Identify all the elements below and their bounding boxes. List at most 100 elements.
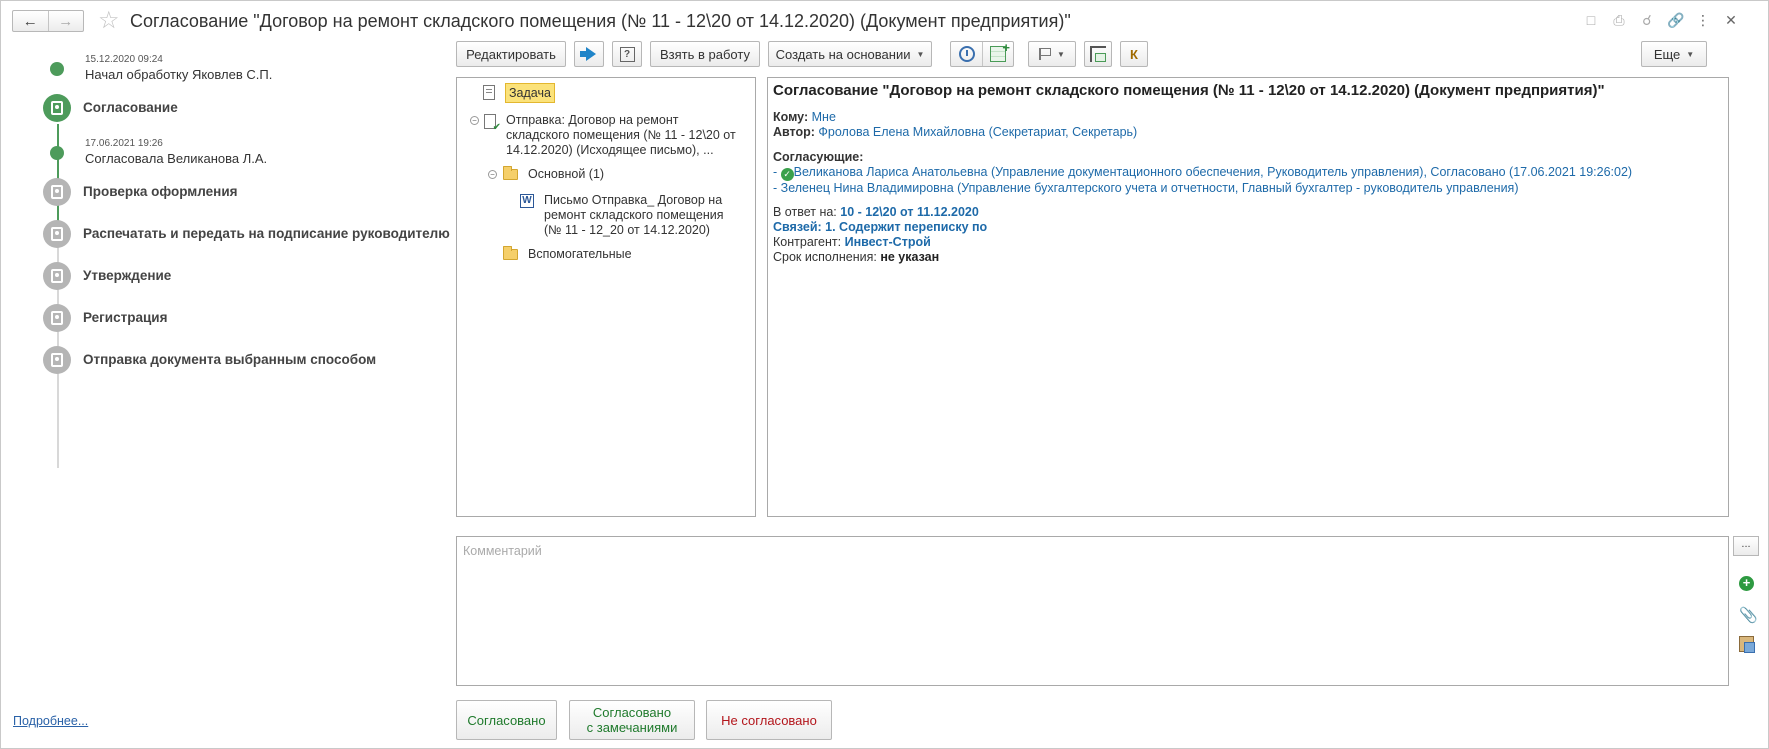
folder-icon (503, 246, 518, 260)
toolbar: Редактировать ? Взять в работу Создать н… (456, 40, 1739, 68)
approver-row: - Зеленец Нина Владимировна (Управление … (773, 181, 1723, 196)
collapse-icon[interactable]: − (470, 116, 479, 125)
more-vertical-icon[interactable]: ⋮ (1695, 12, 1711, 28)
close-icon[interactable]: ✕ (1723, 12, 1739, 28)
to-label: Кому: (773, 110, 809, 124)
approvers-line: Согласующие: (773, 150, 1723, 165)
chevron-down-icon: ▼ (1686, 49, 1695, 59)
word-document-icon: W (520, 194, 534, 208)
event-text: Согласовала Великанова Л.А. (85, 151, 268, 166)
arrow-left-icon[interactable]: ← (13, 11, 49, 31)
step-user-icon (43, 304, 71, 332)
step-label: Проверка оформления (83, 184, 238, 199)
comment-side-buttons: ... + 📎 (1733, 536, 1759, 653)
more-details-link[interactable]: Подробнее... (13, 714, 88, 728)
tree-item-task[interactable]: Задача (483, 83, 555, 103)
reject-label: Не согласовано (721, 712, 817, 728)
time-group (950, 40, 1014, 67)
flag-button[interactable]: ▼ (1028, 41, 1076, 67)
dash: - (773, 181, 778, 195)
paste-icon[interactable] (1739, 636, 1755, 653)
step-label: Утверждение (83, 268, 172, 283)
edit-button[interactable]: Редактировать (456, 41, 566, 67)
tree-item-label: Основной (1) (528, 167, 605, 181)
author-line: Автор: Фролова Елена Михайловна (Секрета… (773, 125, 1723, 140)
to-link[interactable]: Мне (812, 110, 836, 124)
clock-icon[interactable] (951, 42, 982, 66)
tree-icon (1090, 46, 1106, 62)
chevron-down-icon: ▼ (1057, 49, 1065, 59)
more-button[interactable]: Еще ▼ (1641, 41, 1707, 67)
step-label: Согласование (83, 100, 178, 115)
contractor-link[interactable]: Инвест-Строй (845, 235, 931, 249)
step-user-icon (43, 178, 71, 206)
approver-link[interactable]: Зеленец Нина Владимировна (Управление бу… (781, 181, 1519, 195)
approve-button[interactable]: Согласовано (456, 700, 557, 740)
deadline-line: Срок исполнения: не указан (773, 250, 1723, 265)
dash: - (773, 165, 778, 179)
reply-link[interactable]: 10 - 12\20 от 11.12.2020 (840, 205, 979, 219)
add-circle-icon[interactable]: + (1739, 576, 1754, 591)
approve-remarks-label-2: с замечаниями (586, 720, 678, 735)
save-icon[interactable]: □ (1583, 12, 1599, 28)
print-icon[interactable]: ⎙ (1611, 12, 1627, 28)
tree-item-letter[interactable]: W Письмо Отправка_ Договор на ремонт скл… (520, 193, 745, 238)
step-user-icon (43, 262, 71, 290)
event-text: Начал обработку Яковлев С.П. (85, 67, 273, 82)
structure-button[interactable] (1084, 41, 1112, 67)
add-table-icon[interactable] (982, 40, 1013, 66)
approvers-label: Согласующие: (773, 150, 864, 164)
flag-icon (1039, 48, 1052, 60)
event-date: 17.06.2021 19:26 (85, 138, 163, 149)
tree-item-aux-folder[interactable]: Вспомогательные (503, 246, 632, 261)
author-link[interactable]: Фролова Елена Михайловна (Секретариат, С… (818, 125, 1137, 139)
author-label: Автор: (773, 125, 815, 139)
tree-item-label: Отправка: Договор на ремонт складского п… (506, 113, 736, 157)
page-title: Согласование "Договор на ремонт складско… (130, 11, 1071, 31)
comment-input[interactable]: Комментарий (456, 536, 1729, 686)
tree-item-label: Задача (505, 83, 555, 103)
event-dot-icon (50, 146, 64, 160)
create-based-on-button[interactable]: Создать на основании ▼ (768, 41, 932, 67)
links-line: Связей: 1. Содержит переписку по (773, 220, 1723, 235)
star-icon[interactable]: ☆ (98, 7, 120, 35)
nav-buttons: ← → (12, 10, 84, 32)
to-line: Кому: Мне (773, 110, 1723, 125)
reply-label: В ответ на: (773, 205, 837, 219)
document-preview: Согласование "Договор на ремонт складско… (767, 77, 1729, 517)
approve-label: Согласовано (467, 712, 546, 728)
step-user-icon (43, 220, 71, 248)
more-label: Еще (1653, 46, 1681, 62)
contractor-line: Контрагент: Инвест-Строй (773, 235, 1723, 250)
collapse-icon[interactable]: − (488, 170, 497, 179)
step-label: Распечатать и передать на подписание рук… (83, 226, 450, 241)
tree-item-main-folder[interactable]: − Основной (1) (488, 166, 605, 181)
contractor-label: Контрагент: (773, 235, 842, 249)
arrow-right-icon[interactable]: → (49, 11, 84, 31)
create-based-label: Создать на основании (775, 46, 911, 62)
reject-button[interactable]: Не согласовано (706, 700, 832, 740)
tree-item-label: Вспомогательные (528, 247, 632, 261)
comment-more-button[interactable]: ... (1733, 536, 1759, 556)
preview-icon[interactable]: ☌ (1639, 12, 1655, 28)
take-to-work-button[interactable]: Взять в работу (650, 41, 760, 67)
approve-remarks-label-1: Согласовано (592, 705, 672, 720)
approver-link[interactable]: Великанова Лариса Анатольевна (Управлени… (794, 165, 1632, 179)
arrow-right-icon (580, 47, 596, 61)
forward-button[interactable] (574, 41, 604, 67)
links-link[interactable]: Связей: 1. Содержит переписку по (773, 220, 987, 234)
k-button[interactable]: К (1120, 41, 1148, 67)
document-icon (483, 85, 495, 100)
check-circle-icon: ✓ (780, 168, 794, 181)
question-icon: ? (619, 46, 635, 62)
approve-with-remarks-button[interactable]: Согласовано с замечаниями (569, 700, 695, 740)
help-button[interactable]: ? (612, 41, 642, 67)
event-date: 15.12.2020 09:24 (85, 54, 163, 65)
link-icon[interactable]: 🔗 (1667, 12, 1684, 28)
tree-item-sending[interactable]: − Отправка: Договор на ремонт складского… (470, 113, 750, 158)
paperclip-icon[interactable]: 📎 (1739, 606, 1758, 624)
step-label: Отправка документа выбранным способом (83, 352, 377, 367)
event-dot-icon (50, 62, 64, 76)
header-icons: □ ⎙ ☌ 🔗 ⋮ ✕ (1583, 12, 1739, 28)
tree-item-label: Письмо Отправка_ Договор на ремонт склад… (544, 193, 724, 237)
